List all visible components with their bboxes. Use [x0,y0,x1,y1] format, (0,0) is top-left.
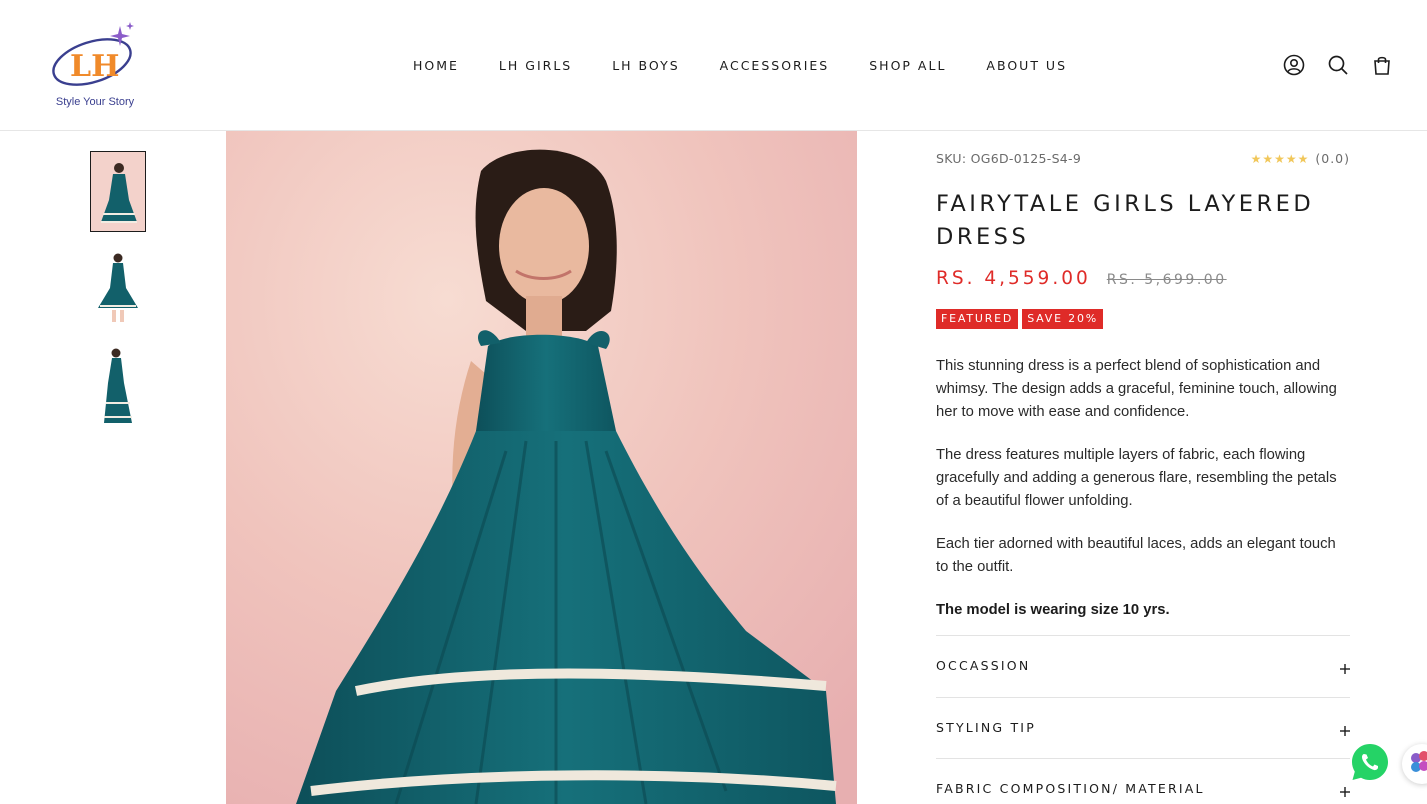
logo-mark-icon: LH [52,22,134,86]
thumbnail-image [90,345,146,426]
accordion-label: FABRIC COMPOSITION/ MATERIAL [936,781,1205,796]
header-actions [1283,54,1393,76]
plus-icon [1340,721,1350,736]
nav-item-about-us[interactable]: ABOUT US [986,58,1067,73]
account-icon[interactable] [1283,54,1305,76]
featured-badge: FEATURED [936,309,1019,329]
nav-item-lh-boys[interactable]: LH BOYS [612,58,679,73]
product-badges: FEATURED SAVE 20% [936,309,1350,329]
product-main-image[interactable] [226,131,857,804]
svg-text:LH: LH [70,49,119,84]
main-nav: HOME LH GIRLS LH BOYS ACCESSORIES SHOP A… [413,58,1107,73]
brain-icon [1411,751,1427,772]
thumbnail-2[interactable] [90,248,146,329]
plus-icon [1340,782,1350,797]
thumbnail-1[interactable] [90,151,146,232]
brand-logo[interactable]: LH Style Your Story [46,18,142,114]
product-title: FAIRYTALE GIRLS LAYERED DRESS [936,191,1315,250]
discount-badge: SAVE 20% [1022,309,1104,329]
description-paragraph: This stunning dress is a perfect blend o… [936,358,1337,420]
description-paragraph: The dress features multiple layers of fa… [936,447,1337,509]
rating-count: (0.0) [1315,151,1350,166]
accordion-fabric-composition[interactable]: FABRIC COMPOSITION/ MATERIAL [936,758,1350,804]
girl-in-teal-dress-image [226,131,857,804]
search-icon[interactable] [1327,54,1349,76]
product-rating[interactable]: ★★★★★ (0.0) [1251,151,1350,166]
thumbnail-image [90,248,146,329]
brand-tagline: Style Your Story [55,96,135,108]
product-description: This stunning dress is a perfect blend o… [936,355,1350,622]
accordion-occassion[interactable]: OCCASSION [936,635,1350,697]
product-info: SKU: OG6D-0125-S4-9 ★★★★★ (0.0) FAIRYTALE… [936,151,1350,642]
description-paragraph: Each tier adorned with beautiful laces, … [936,536,1336,575]
compare-at-price: RS. 5,699.00 [1106,272,1227,288]
sale-price: RS. 4,559.00 [936,268,1091,289]
accordion-styling-tip[interactable]: STYLING TIP [936,697,1350,759]
assistant-widget-button[interactable] [1402,744,1427,784]
accordion-label: STYLING TIP [936,720,1036,735]
plus-icon [1340,659,1350,674]
site-header: LH Style Your Story HOME LH GIRLS LH BOY… [0,0,1427,131]
nav-item-accessories[interactable]: ACCESSORIES [720,58,830,73]
rating-stars-icon: ★★★★★ [1250,152,1310,166]
product-prices: RS. 4,559.00 RS. 5,699.00 [936,268,1350,289]
model-size-note: The model is wearing size 10 yrs. [936,602,1170,618]
nav-item-home[interactable]: HOME [413,58,459,73]
nav-item-shop-all[interactable]: SHOP ALL [869,58,946,73]
thumbnail-3[interactable] [90,345,146,426]
whatsapp-chat-button[interactable] [1350,742,1390,782]
accordion-label: OCCASSION [936,658,1031,673]
thumbnail-image [91,152,145,231]
cart-icon[interactable] [1371,54,1393,76]
product-thumbnails [90,151,146,442]
nav-item-lh-girls[interactable]: LH GIRLS [499,58,572,73]
whatsapp-icon [1352,744,1388,780]
